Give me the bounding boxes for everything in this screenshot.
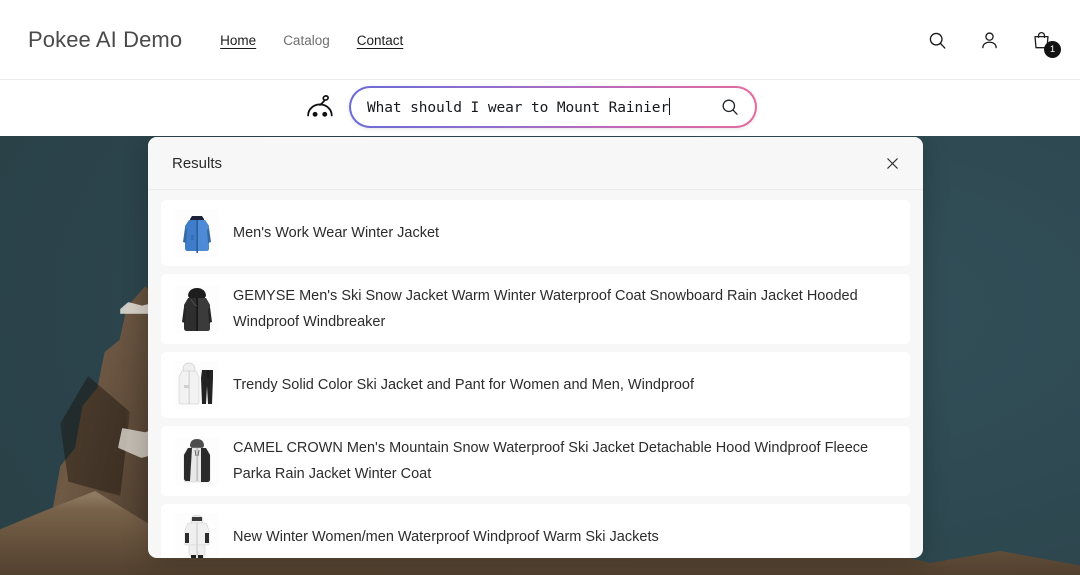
nav-link-contact[interactable]: Contact bbox=[357, 33, 404, 48]
close-icon[interactable] bbox=[881, 152, 903, 174]
white-ski-suit-thumbnail bbox=[175, 513, 219, 558]
result-title: CAMEL CROWN Men's Mountain Snow Waterpro… bbox=[233, 435, 883, 487]
main-navigation: Home Catalog Contact bbox=[220, 33, 403, 48]
result-title: New Winter Women/men Waterproof Windproo… bbox=[233, 524, 659, 550]
black-hooded-jacket-thumbnail bbox=[175, 285, 219, 333]
nav-link-catalog[interactable]: Catalog bbox=[283, 33, 330, 48]
results-title: Results bbox=[172, 155, 222, 172]
cart-count-badge: 1 bbox=[1044, 41, 1061, 58]
search-input-inner[interactable]: What should I wear to Mount Rainier bbox=[351, 88, 755, 126]
blue-jacket-thumbnail bbox=[175, 209, 219, 257]
results-panel-header: Results bbox=[148, 137, 923, 190]
result-item[interactable]: GEMYSE Men's Ski Snow Jacket Warm Winter… bbox=[161, 274, 910, 344]
result-title: GEMYSE Men's Ski Snow Jacket Warm Winter… bbox=[233, 283, 883, 335]
header-icon-group: 1 bbox=[924, 27, 1054, 53]
search-submit-icon[interactable] bbox=[719, 96, 741, 118]
header-divider bbox=[0, 79, 1080, 80]
result-item[interactable]: New Winter Women/men Waterproof Windproo… bbox=[161, 504, 910, 558]
grey-parka-thumbnail bbox=[175, 437, 219, 485]
user-account-icon[interactable] bbox=[976, 27, 1002, 53]
white-jacket-black-pant-thumbnail bbox=[175, 361, 219, 409]
nav-link-home[interactable]: Home bbox=[220, 33, 256, 48]
results-list: Men's Work Wear Winter Jacket bbox=[148, 190, 923, 558]
text-cursor bbox=[669, 98, 670, 115]
result-title: Trendy Solid Color Ski Jacket and Pant f… bbox=[233, 372, 694, 398]
result-item[interactable]: Trendy Solid Color Ski Jacket and Pant f… bbox=[161, 352, 910, 418]
search-area: What should I wear to Mount Rainier bbox=[303, 86, 757, 128]
search-input[interactable]: What should I wear to Mount Rainier bbox=[367, 98, 719, 116]
site-header: Pokee AI Demo Home Catalog Contact bbox=[0, 0, 1080, 80]
app-root: Pokee AI Demo Home Catalog Contact bbox=[0, 0, 1080, 575]
pokee-bot-icon bbox=[303, 90, 337, 124]
brand-title: Pokee AI Demo bbox=[28, 27, 182, 53]
search-input-wrapper[interactable]: What should I wear to Mount Rainier bbox=[349, 86, 757, 128]
search-input-value: What should I wear to Mount Rainier bbox=[367, 100, 669, 116]
result-title: Men's Work Wear Winter Jacket bbox=[233, 220, 439, 246]
search-results-panel: Results bbox=[148, 137, 923, 558]
result-item[interactable]: CAMEL CROWN Men's Mountain Snow Waterpro… bbox=[161, 426, 910, 496]
result-item[interactable]: Men's Work Wear Winter Jacket bbox=[161, 200, 910, 266]
shopping-bag-icon[interactable]: 1 bbox=[1028, 27, 1054, 53]
search-icon[interactable] bbox=[924, 27, 950, 53]
search-band: What should I wear to Mount Rainier bbox=[0, 80, 1080, 136]
